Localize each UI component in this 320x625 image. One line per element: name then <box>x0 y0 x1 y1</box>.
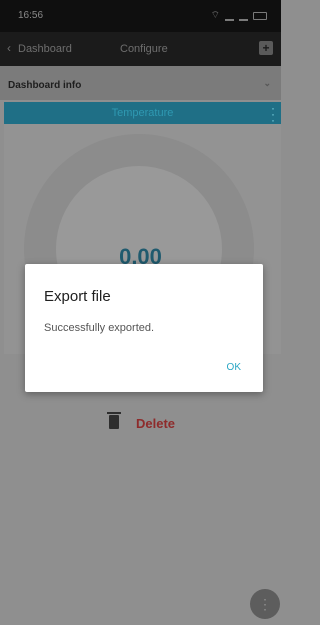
dialog-title: Export file <box>44 288 111 305</box>
ok-button[interactable]: OK <box>227 362 241 373</box>
export-dialog: Export file Successfully exported. OK <box>25 264 263 392</box>
dialog-message: Successfully exported. <box>44 322 155 334</box>
